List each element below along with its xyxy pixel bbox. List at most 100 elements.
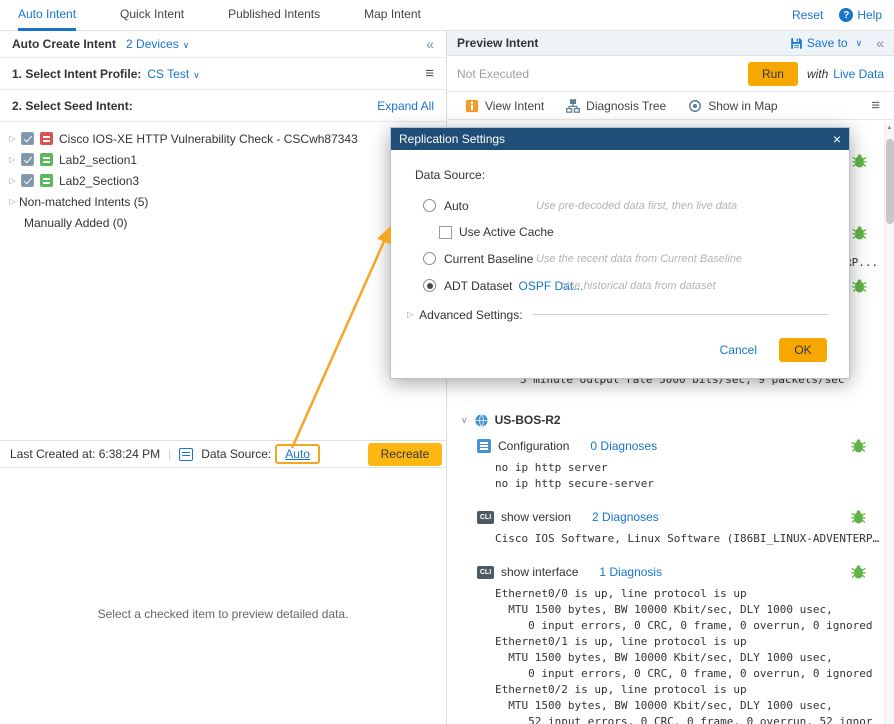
last-created-text: Last Created at: 6:38:24 PM bbox=[10, 447, 160, 461]
diagnoses-link[interactable]: 1 Diagnosis bbox=[599, 565, 662, 579]
with-label: with bbox=[807, 67, 828, 81]
help-link[interactable]: ? Help bbox=[839, 8, 882, 22]
radio-adt-dataset[interactable] bbox=[423, 279, 436, 292]
expand-caret-icon[interactable]: ▷ bbox=[407, 310, 413, 319]
tab-auto-intent[interactable]: Auto Intent bbox=[18, 0, 76, 31]
diagnosis-bug-icon[interactable] bbox=[851, 438, 866, 456]
option-label: Current Baseline bbox=[444, 252, 533, 266]
tree-item-label: Cisco IOS-XE HTTP Vulnerability Check - … bbox=[59, 132, 358, 146]
tree-item-cisco-iosxe[interactable]: ▷ Cisco IOS-XE HTTP Vulnerability Check … bbox=[0, 128, 446, 149]
chevron-down-icon: ∨ bbox=[183, 40, 190, 50]
checkbox-checked[interactable] bbox=[21, 174, 34, 187]
option-label: ADT Dataset bbox=[444, 279, 512, 293]
expand-caret-icon[interactable]: ▷ bbox=[6, 134, 19, 143]
vertical-scrollbar[interactable]: ▲ bbox=[884, 122, 894, 724]
section-title: show interface bbox=[501, 565, 578, 579]
tab-quick-intent[interactable]: Quick Intent bbox=[120, 0, 184, 31]
option-hint: Use the recent data from Current Baselin… bbox=[536, 253, 742, 265]
save-icon bbox=[790, 37, 803, 50]
cli-icon: CLI bbox=[477, 566, 494, 579]
tree-item-label: Lab2_section1 bbox=[59, 153, 137, 167]
data-source-label: Data Source: bbox=[201, 447, 271, 461]
diagnosis-bug-icon[interactable] bbox=[852, 278, 867, 296]
profile-menu-icon[interactable]: ≡ bbox=[425, 65, 434, 82]
checkbox-checked[interactable] bbox=[21, 153, 34, 166]
view-intent-button[interactable]: View Intent bbox=[457, 92, 552, 119]
expand-caret-icon[interactable]: ▷ bbox=[6, 176, 19, 185]
replication-settings-dialog: Replication Settings × Data Source: Auto… bbox=[390, 127, 850, 379]
expand-caret-icon[interactable]: ▷ bbox=[6, 197, 19, 206]
chevron-down-icon: ∨ bbox=[856, 38, 863, 49]
device-name: US-BOS-R2 bbox=[495, 413, 561, 427]
scroll-up-icon[interactable]: ▲ bbox=[885, 122, 894, 134]
option-auto[interactable]: Auto Use pre-decoded data first, then li… bbox=[423, 192, 835, 219]
code-line: MTU 1500 bytes, BW 10000 Kbit/sec, DLY 1… bbox=[495, 698, 884, 714]
panel-header: Auto Create Intent 2 Devices∨ « bbox=[0, 31, 446, 58]
code-line: MTU 1500 bytes, BW 10000 Kbit/sec, DLY 1… bbox=[495, 650, 884, 666]
code-line: MTU 1500 bytes, BW 10000 Kbit/sec, DLY 1… bbox=[495, 602, 884, 618]
run-button[interactable]: Run bbox=[748, 62, 798, 86]
configuration-output: no ip http server no ip http secure-serv… bbox=[447, 460, 884, 492]
tree-item-lab2-section1[interactable]: ▷ Lab2_section1 bbox=[0, 149, 446, 170]
diagnoses-link[interactable]: 0 Diagnoses bbox=[590, 439, 657, 453]
tab-published-intents[interactable]: Published Intents bbox=[228, 0, 320, 31]
ok-button[interactable]: OK bbox=[779, 338, 827, 362]
device-row-us-bos-r2[interactable]: ∨ US-BOS-R2 bbox=[447, 409, 884, 431]
seed-intent-tree: ▷ Cisco IOS-XE HTTP Vulnerability Check … bbox=[0, 122, 446, 233]
diagnosis-bug-icon[interactable] bbox=[852, 225, 867, 243]
divider: | bbox=[168, 447, 171, 461]
expand-all-link[interactable]: Expand All bbox=[377, 99, 434, 113]
close-icon[interactable]: × bbox=[833, 132, 841, 146]
cli-icon: CLI bbox=[477, 511, 494, 524]
devices-dropdown[interactable]: 2 Devices∨ bbox=[126, 37, 189, 51]
radio-auto[interactable] bbox=[423, 199, 436, 212]
section-title: show version bbox=[501, 510, 571, 524]
collapse-panel-icon[interactable]: « bbox=[426, 36, 434, 52]
expand-caret-icon[interactable]: ▷ bbox=[6, 155, 19, 164]
checkbox-checked[interactable] bbox=[21, 132, 34, 145]
show-in-map-button[interactable]: Show in Map bbox=[680, 92, 785, 119]
use-active-cache-row[interactable]: Use Active Cache bbox=[439, 219, 835, 245]
profile-dropdown[interactable]: CS Test∨ bbox=[147, 67, 199, 81]
history-log-icon[interactable] bbox=[179, 448, 193, 461]
diagnosis-tree-button[interactable]: Diagnosis Tree bbox=[558, 92, 674, 119]
profile-label: 1. Select Intent Profile: bbox=[12, 67, 141, 81]
option-hint: Use historical data from dataset bbox=[561, 280, 716, 292]
toolbar-menu-icon[interactable]: ≡ bbox=[871, 97, 884, 114]
tab-map-intent[interactable]: Map Intent bbox=[364, 0, 421, 31]
help-label: Help bbox=[857, 8, 882, 22]
reset-link[interactable]: Reset bbox=[792, 8, 823, 22]
cancel-button[interactable]: Cancel bbox=[720, 343, 757, 357]
save-to-label: Save to bbox=[807, 36, 848, 50]
tree-item-lab2-section3[interactable]: ▷ Lab2_Section3 bbox=[0, 170, 446, 191]
tree-item-non-matched[interactable]: ▷ Non-matched Intents (5) bbox=[0, 191, 446, 212]
active-cache-label: Use Active Cache bbox=[459, 225, 554, 239]
active-cache-checkbox[interactable] bbox=[439, 226, 452, 239]
tree-item-manually-added[interactable]: Manually Added (0) bbox=[0, 212, 446, 233]
diagnoses-link[interactable]: 2 Diagnoses bbox=[592, 510, 659, 524]
scrollbar-thumb[interactable] bbox=[886, 139, 894, 224]
code-line: no ip http secure-server bbox=[495, 476, 884, 492]
radio-current-baseline[interactable] bbox=[423, 252, 436, 265]
diagnosis-tree-label: Diagnosis Tree bbox=[586, 99, 666, 113]
diagnosis-bug-icon[interactable] bbox=[852, 153, 867, 171]
option-current-baseline[interactable]: Current Baseline Use the recent data fro… bbox=[423, 245, 835, 272]
show-interface-output: Ethernet0/0 is up, line protocol is up M… bbox=[447, 586, 884, 724]
collapse-preview-icon[interactable]: « bbox=[876, 35, 884, 51]
code-line: Cisco IOS Software, Linux Software (I86B… bbox=[495, 531, 884, 547]
configuration-icon bbox=[477, 439, 491, 453]
advanced-settings-row[interactable]: ▷ Advanced Settings: bbox=[407, 301, 835, 328]
show-version-output: Cisco IOS Software, Linux Software (I86B… bbox=[447, 531, 884, 547]
collapse-caret-icon[interactable]: ∨ bbox=[461, 415, 468, 426]
data-source-auto-link[interactable]: Auto bbox=[275, 444, 320, 464]
preview-title: Preview Intent bbox=[457, 36, 538, 50]
dialog-header[interactable]: Replication Settings × bbox=[391, 128, 849, 150]
option-adt-dataset[interactable]: ADT Dataset OSPF Dat... Use historical d… bbox=[423, 272, 835, 299]
option-label: Auto bbox=[444, 199, 469, 213]
diagnosis-bug-icon[interactable] bbox=[851, 509, 866, 527]
recreate-button[interactable]: Recreate bbox=[368, 443, 442, 466]
save-to-dropdown[interactable]: Save to ∨ bbox=[790, 36, 862, 50]
live-data-dropdown[interactable]: Live Data bbox=[833, 67, 884, 81]
code-line: 0 input errors, 0 CRC, 0 frame, 0 overru… bbox=[495, 666, 884, 682]
diagnosis-bug-icon[interactable] bbox=[851, 564, 866, 582]
